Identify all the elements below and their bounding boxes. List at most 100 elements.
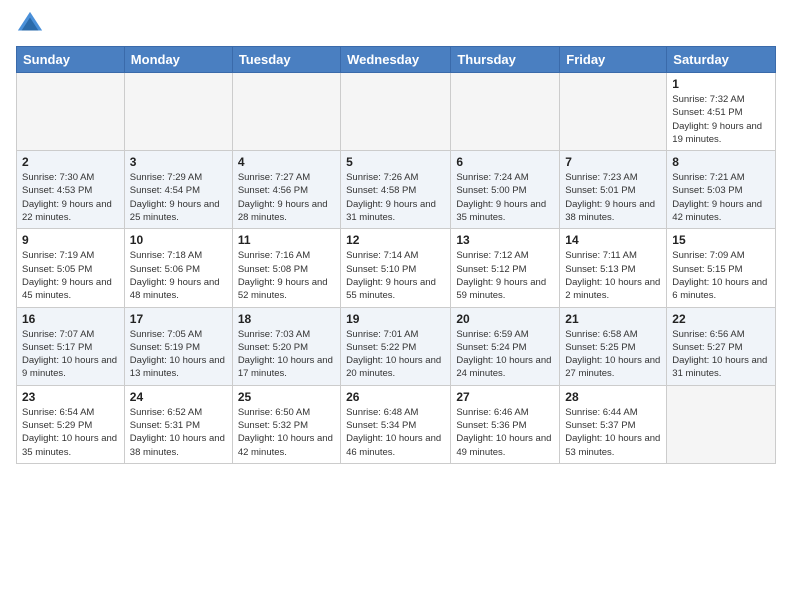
day-number: 11 xyxy=(238,233,335,247)
calendar-cell: 7 Sunrise: 7:23 AM Sunset: 5:01 PM Daylig… xyxy=(560,151,667,229)
day-number: 19 xyxy=(346,312,445,326)
day-number: 5 xyxy=(346,155,445,169)
day-number: 25 xyxy=(238,390,335,404)
day-number: 13 xyxy=(456,233,554,247)
day-info: Sunrise: 7:23 AM Sunset: 5:01 PM Dayligh… xyxy=(565,171,661,224)
calendar-cell: 1 Sunrise: 7:32 AM Sunset: 4:51 PM Daylig… xyxy=(667,73,776,151)
day-info: Sunrise: 6:59 AM Sunset: 5:24 PM Dayligh… xyxy=(456,328,554,381)
day-info: Sunrise: 7:03 AM Sunset: 5:20 PM Dayligh… xyxy=(238,328,335,381)
day-number: 12 xyxy=(346,233,445,247)
calendar-cell: 22 Sunrise: 6:56 AM Sunset: 5:27 PM Dayli… xyxy=(667,307,776,385)
calendar-cell: 13 Sunrise: 7:12 AM Sunset: 5:12 PM Dayli… xyxy=(451,229,560,307)
calendar-cell: 23 Sunrise: 6:54 AM Sunset: 5:29 PM Dayli… xyxy=(17,385,125,463)
day-number: 4 xyxy=(238,155,335,169)
week-row-0: 1 Sunrise: 7:32 AM Sunset: 4:51 PM Daylig… xyxy=(17,73,776,151)
calendar-cell: 11Sunrise: 7:16 AM Sunset: 5:08 PM Dayli… xyxy=(232,229,340,307)
day-number: 26 xyxy=(346,390,445,404)
day-number: 20 xyxy=(456,312,554,326)
day-info: Sunrise: 6:44 AM Sunset: 5:37 PM Dayligh… xyxy=(565,406,661,459)
day-number: 21 xyxy=(565,312,661,326)
day-info: Sunrise: 7:24 AM Sunset: 5:00 PM Dayligh… xyxy=(456,171,554,224)
calendar-cell: 21 Sunrise: 6:58 AM Sunset: 5:25 PM Dayli… xyxy=(560,307,667,385)
calendar-cell: 10 Sunrise: 7:18 AM Sunset: 5:06 PM Dayli… xyxy=(124,229,232,307)
day-number: 18 xyxy=(238,312,335,326)
day-info: Sunrise: 7:26 AM Sunset: 4:58 PM Dayligh… xyxy=(346,171,445,224)
calendar-cell: 3 Sunrise: 7:29 AM Sunset: 4:54 PM Daylig… xyxy=(124,151,232,229)
day-info: Sunrise: 7:21 AM Sunset: 5:03 PM Dayligh… xyxy=(672,171,770,224)
calendar-cell: 19 Sunrise: 7:01 AM Sunset: 5:22 PM Dayli… xyxy=(341,307,451,385)
day-number: 2 xyxy=(22,155,119,169)
day-number: 17 xyxy=(130,312,227,326)
day-number: 6 xyxy=(456,155,554,169)
day-number: 15 xyxy=(672,233,770,247)
day-number: 16 xyxy=(22,312,119,326)
calendar-cell: 18 Sunrise: 7:03 AM Sunset: 5:20 PM Dayli… xyxy=(232,307,340,385)
day-number: 7 xyxy=(565,155,661,169)
day-number: 14 xyxy=(565,233,661,247)
calendar-cell: 8 Sunrise: 7:21 AM Sunset: 5:03 PM Daylig… xyxy=(667,151,776,229)
calendar-cell xyxy=(17,73,125,151)
day-info: Sunrise: 6:48 AM Sunset: 5:34 PM Dayligh… xyxy=(346,406,445,459)
day-info: Sunrise: 6:46 AM Sunset: 5:36 PM Dayligh… xyxy=(456,406,554,459)
calendar-cell: 12 Sunrise: 7:14 AM Sunset: 5:10 PM Dayli… xyxy=(341,229,451,307)
calendar-cell: 27 Sunrise: 6:46 AM Sunset: 5:36 PM Dayli… xyxy=(451,385,560,463)
day-info: Sunrise: 7:14 AM Sunset: 5:10 PM Dayligh… xyxy=(346,249,445,302)
calendar-cell xyxy=(667,385,776,463)
weekday-header-saturday: Saturday xyxy=(667,47,776,73)
week-row-2: 9Sunrise: 7:19 AM Sunset: 5:05 PM Daylig… xyxy=(17,229,776,307)
calendar-cell: 16 Sunrise: 7:07 AM Sunset: 5:17 PM Dayli… xyxy=(17,307,125,385)
day-info: Sunrise: 6:56 AM Sunset: 5:27 PM Dayligh… xyxy=(672,328,770,381)
day-info: Sunrise: 7:32 AM Sunset: 4:51 PM Dayligh… xyxy=(672,93,770,146)
day-number: 10 xyxy=(130,233,227,247)
day-number: 24 xyxy=(130,390,227,404)
week-row-3: 16 Sunrise: 7:07 AM Sunset: 5:17 PM Dayli… xyxy=(17,307,776,385)
calendar-cell: 15 Sunrise: 7:09 AM Sunset: 5:15 PM Dayli… xyxy=(667,229,776,307)
calendar-cell: 2 Sunrise: 7:30 AM Sunset: 4:53 PM Daylig… xyxy=(17,151,125,229)
day-info: Sunrise: 7:18 AM Sunset: 5:06 PM Dayligh… xyxy=(130,249,227,302)
weekday-header-sunday: Sunday xyxy=(17,47,125,73)
calendar-cell: 6 Sunrise: 7:24 AM Sunset: 5:00 PM Daylig… xyxy=(451,151,560,229)
day-number: 23 xyxy=(22,390,119,404)
day-number: 8 xyxy=(672,155,770,169)
calendar-cell: 17 Sunrise: 7:05 AM Sunset: 5:19 PM Dayli… xyxy=(124,307,232,385)
day-info: Sunrise: 7:11 AM Sunset: 5:13 PM Dayligh… xyxy=(565,249,661,302)
day-info: Sunrise: 7:07 AM Sunset: 5:17 PM Dayligh… xyxy=(22,328,119,381)
weekday-header-tuesday: Tuesday xyxy=(232,47,340,73)
calendar-cell: 4 Sunrise: 7:27 AM Sunset: 4:56 PM Daylig… xyxy=(232,151,340,229)
calendar-cell xyxy=(232,73,340,151)
weekday-header-thursday: Thursday xyxy=(451,47,560,73)
calendar-cell: 5 Sunrise: 7:26 AM Sunset: 4:58 PM Daylig… xyxy=(341,151,451,229)
day-info: Sunrise: 6:58 AM Sunset: 5:25 PM Dayligh… xyxy=(565,328,661,381)
calendar-cell: 26 Sunrise: 6:48 AM Sunset: 5:34 PM Dayli… xyxy=(341,385,451,463)
day-info: Sunrise: 7:05 AM Sunset: 5:19 PM Dayligh… xyxy=(130,328,227,381)
calendar-cell: 9Sunrise: 7:19 AM Sunset: 5:05 PM Daylig… xyxy=(17,229,125,307)
calendar-cell: 28 Sunrise: 6:44 AM Sunset: 5:37 PM Dayli… xyxy=(560,385,667,463)
page: SundayMondayTuesdayWednesdayThursdayFrid… xyxy=(0,0,792,480)
day-info: Sunrise: 7:29 AM Sunset: 4:54 PM Dayligh… xyxy=(130,171,227,224)
logo-icon xyxy=(16,10,44,38)
weekday-header-wednesday: Wednesday xyxy=(341,47,451,73)
day-number: 28 xyxy=(565,390,661,404)
weekday-header-friday: Friday xyxy=(560,47,667,73)
day-number: 1 xyxy=(672,77,770,91)
day-number: 22 xyxy=(672,312,770,326)
day-info: Sunrise: 7:12 AM Sunset: 5:12 PM Dayligh… xyxy=(456,249,554,302)
day-info: Sunrise: 7:19 AM Sunset: 5:05 PM Dayligh… xyxy=(22,249,119,302)
weekday-header-row: SundayMondayTuesdayWednesdayThursdayFrid… xyxy=(17,47,776,73)
weekday-header-monday: Monday xyxy=(124,47,232,73)
calendar-cell xyxy=(451,73,560,151)
calendar: SundayMondayTuesdayWednesdayThursdayFrid… xyxy=(16,46,776,464)
day-number: 27 xyxy=(456,390,554,404)
calendar-cell xyxy=(560,73,667,151)
day-info: Sunrise: 7:09 AM Sunset: 5:15 PM Dayligh… xyxy=(672,249,770,302)
calendar-cell: 20 Sunrise: 6:59 AM Sunset: 5:24 PM Dayli… xyxy=(451,307,560,385)
day-info: Sunrise: 6:54 AM Sunset: 5:29 PM Dayligh… xyxy=(22,406,119,459)
week-row-1: 2 Sunrise: 7:30 AM Sunset: 4:53 PM Daylig… xyxy=(17,151,776,229)
day-info: Sunrise: 6:50 AM Sunset: 5:32 PM Dayligh… xyxy=(238,406,335,459)
day-info: Sunrise: 7:27 AM Sunset: 4:56 PM Dayligh… xyxy=(238,171,335,224)
day-info: Sunrise: 7:30 AM Sunset: 4:53 PM Dayligh… xyxy=(22,171,119,224)
day-number: 3 xyxy=(130,155,227,169)
calendar-cell xyxy=(341,73,451,151)
day-info: Sunrise: 7:01 AM Sunset: 5:22 PM Dayligh… xyxy=(346,328,445,381)
calendar-cell: 24Sunrise: 6:52 AM Sunset: 5:31 PM Dayli… xyxy=(124,385,232,463)
